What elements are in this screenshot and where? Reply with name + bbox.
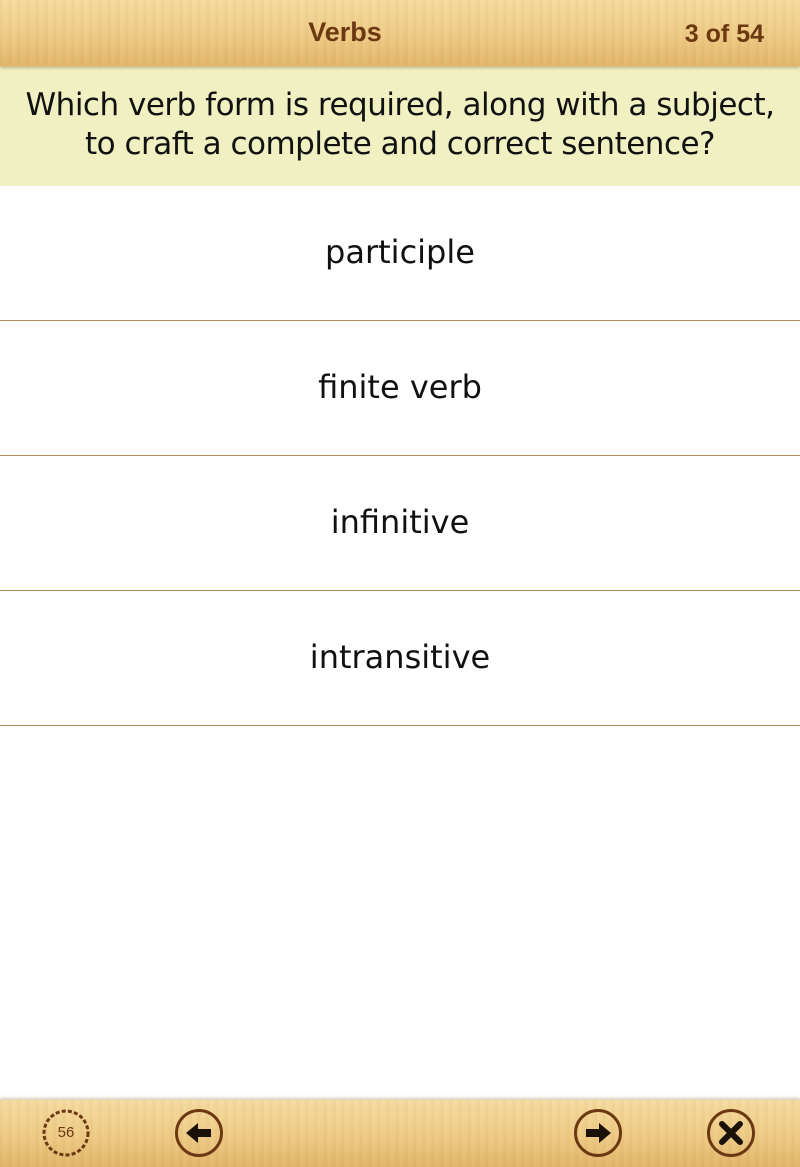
answer-option[interactable]: finite verb <box>0 321 800 456</box>
question-counter: 3 of 54 <box>684 20 764 48</box>
timer-button[interactable]: 56 <box>41 1108 91 1158</box>
answer-label: infinitive <box>330 502 470 541</box>
answer-label: finite verb <box>318 367 482 406</box>
timer-value: 56 <box>57 1124 75 1141</box>
next-button[interactable] <box>573 1108 623 1158</box>
answer-option[interactable]: participle <box>0 186 800 321</box>
answer-label: intransitive <box>309 637 491 676</box>
question-text: Which verb form is required, along with … <box>0 66 800 186</box>
top-bar: Verbs 3 of 54 <box>0 0 800 66</box>
bottom-toolbar: 56 <box>0 1100 800 1167</box>
answer-option[interactable]: infinitive <box>0 456 800 591</box>
category-title: Verbs <box>308 17 382 47</box>
close-button[interactable] <box>706 1108 756 1158</box>
arrow-right-icon <box>574 1109 622 1157</box>
answer-option[interactable]: intransitive <box>0 591 800 726</box>
back-button[interactable] <box>174 1108 224 1158</box>
arrow-left-icon <box>175 1109 223 1157</box>
close-icon <box>707 1109 755 1157</box>
answer-label: participle <box>325 232 475 271</box>
answer-list: participle finite verb infinitive intran… <box>0 186 800 726</box>
